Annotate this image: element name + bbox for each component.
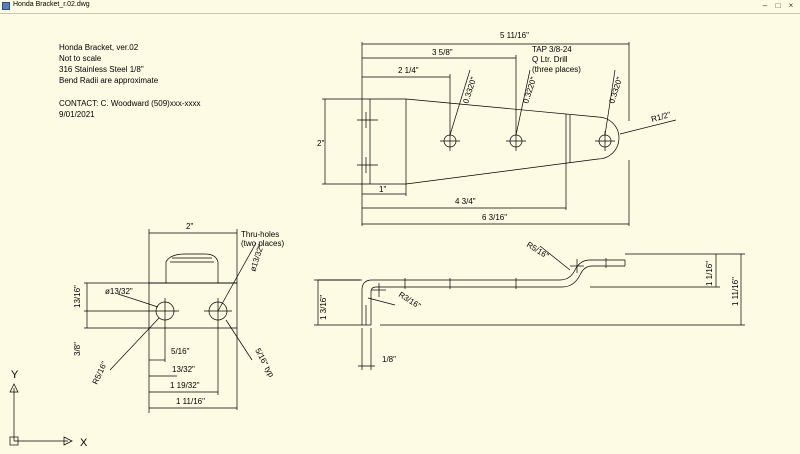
minimize-button[interactable]: –	[760, 1, 770, 10]
window-title: Honda Bracket_r.02.dwg	[13, 1, 90, 8]
side-dim-1-8: 1/8"	[382, 355, 396, 364]
dim-5-16: 5/16"	[171, 347, 190, 356]
dim-2-1-4: 2 1/4"	[398, 66, 419, 75]
note-line-2: Not to scale	[59, 54, 102, 63]
side-radius-bottom: R3/16"	[397, 290, 422, 311]
app-icon	[2, 2, 10, 10]
dim-1-19-32: 1 19/32"	[170, 381, 200, 390]
dim-3-8: 3/8"	[73, 342, 82, 356]
window-titlebar: Honda Bracket_r.02.dwg – □ ×	[0, 0, 800, 14]
tap-note-3: (three places)	[532, 65, 581, 74]
side-radius-top: R5/16"	[525, 240, 550, 261]
tap-note-1: TAP 3/8-24	[532, 45, 572, 54]
close-button[interactable]: ×	[786, 1, 796, 10]
maximize-button[interactable]: □	[773, 1, 783, 10]
dim-overall-length: 5 11/16"	[500, 31, 529, 40]
drawing-canvas[interactable]: Honda Bracket, ver.02 Not to scale 316 S…	[0, 14, 800, 449]
cad-drawing: Honda Bracket, ver.02 Not to scale 316 S…	[9, 31, 745, 449]
dim-2-height: 2"	[317, 139, 324, 148]
contact-line: CONTACT: C. Woodward (509)xxx-xxxx	[59, 99, 201, 108]
tap-note-2: Q Ltr. Drill	[532, 55, 568, 64]
dim-3-5-8: 3 5/8"	[432, 48, 453, 57]
top-view	[322, 42, 677, 226]
radius-left: R5/16"	[91, 360, 109, 386]
dim-13-32: 13/32"	[172, 365, 195, 374]
hole-dim-2: 0.3220"	[521, 76, 538, 105]
dim-4-3-4: 4 3/4"	[455, 197, 476, 206]
dim-6-3-16: 6 3/16"	[482, 213, 507, 222]
dim-13-16: 13/16"	[73, 285, 82, 308]
side-dim-1-3-16: 1 3/16"	[319, 295, 328, 320]
hole-dim-3: 0.3320"	[607, 76, 624, 105]
side-view	[314, 245, 745, 370]
dim-1-11-16: 1 11/16"	[176, 397, 205, 406]
ucs-icon	[9, 383, 73, 446]
date-line: 9/01/2021	[59, 110, 95, 119]
note-line-1: Honda Bracket, ver.02	[59, 43, 139, 52]
note-line-4: Bend Radii are approximate	[59, 76, 159, 85]
chamfer-note: 5/16" typ	[253, 347, 276, 379]
front-dim-width: 2"	[186, 222, 193, 231]
ucs-x-label: X	[80, 437, 88, 449]
note-line-3: 316 Stainless Steel 1/8"	[59, 65, 144, 74]
dia-left: ø13/32"	[105, 287, 133, 296]
dim-1: 1"	[379, 185, 386, 194]
side-dim-1-11-16: 1 11/16"	[731, 277, 740, 306]
side-dim-1-1-16: 1 1/16"	[705, 261, 714, 286]
ucs-y-label: Y	[11, 369, 19, 381]
thru-note-1: Thru-holes	[241, 230, 279, 239]
